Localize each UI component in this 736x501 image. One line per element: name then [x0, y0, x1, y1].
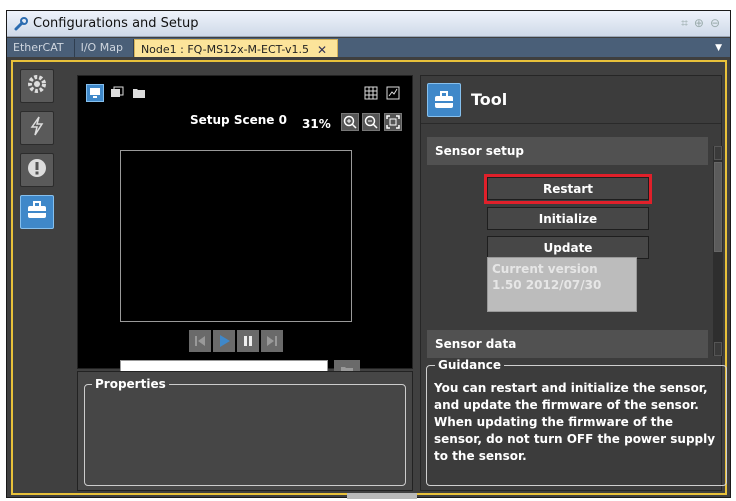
image-viewer: Setup Scene 0 31%: [77, 75, 413, 382]
tab-label: EtherCAT: [13, 41, 64, 54]
scrollbar[interactable]: [713, 146, 723, 356]
section-label: Sensor data: [435, 337, 517, 351]
alert-button[interactable]: [20, 153, 54, 187]
skip-forward-icon[interactable]: [261, 330, 283, 352]
sensor-data-heading[interactable]: Sensor data: [427, 330, 708, 358]
zoom-out-icon[interactable]: [362, 113, 380, 131]
properties-legend: Properties: [92, 377, 169, 391]
skip-back-icon[interactable]: [189, 330, 211, 352]
properties-group: [84, 384, 406, 486]
play-icon[interactable]: [213, 330, 235, 352]
scroll-down-arrow[interactable]: [714, 342, 722, 356]
section-label: Sensor setup: [435, 144, 524, 158]
chart-icon[interactable]: [384, 84, 402, 102]
version-value: 1.50 2012/07/30: [492, 278, 602, 292]
toolbox-icon: [427, 82, 461, 117]
properties-panel: Properties: [77, 371, 413, 491]
tab-node1[interactable]: Node1 : FQ-MS12x-M-ECT-v1.5 ✕: [133, 39, 339, 57]
config-window: Configurations and Setup ⌗ ⊕ ⊖ EtherCAT …: [6, 10, 731, 499]
folder-icon[interactable]: [130, 84, 148, 102]
resize-grip[interactable]: [347, 493, 417, 499]
exclamation-icon: [26, 157, 48, 183]
title-bar: Configurations and Setup ⌗ ⊕ ⊖: [7, 11, 730, 37]
guidance-text: You can restart and initialize the senso…: [434, 381, 716, 463]
zoom-level: 31%: [302, 117, 331, 131]
fit-icon[interactable]: ⌗: [681, 16, 688, 30]
fit-icon[interactable]: [384, 113, 402, 131]
window-title: Configurations and Setup: [33, 16, 199, 31]
version-label: Current version: [492, 262, 598, 276]
guidance-group: Guidance You can restart and initialize …: [426, 358, 727, 486]
toolbox-icon: [26, 200, 48, 224]
tab-io-map[interactable]: I/O Map: [75, 39, 134, 57]
scroll-thumb[interactable]: [714, 162, 722, 252]
update-button[interactable]: Update: [487, 236, 649, 259]
image-canvas[interactable]: [120, 150, 352, 322]
zoom-out-icon[interactable]: ⊖: [710, 16, 720, 30]
main-panel: Setup Scene 0 31% Properties Tool Sensor…: [11, 60, 727, 495]
sensor-setup-heading[interactable]: Sensor setup: [427, 137, 708, 165]
monitor-icon[interactable]: [86, 84, 104, 102]
version-box: Current version 1.50 2012/07/30: [487, 257, 637, 312]
scroll-up-arrow[interactable]: [714, 146, 722, 160]
tab-strip: EtherCAT I/O Map Node1 : FQ-MS12x-M-ECT-…: [7, 38, 730, 57]
pause-icon[interactable]: [237, 330, 259, 352]
tool-title: Tool: [471, 90, 508, 109]
tool-button[interactable]: [20, 195, 54, 229]
grid-icon[interactable]: [362, 84, 380, 102]
wrench-icon: [13, 16, 29, 32]
tab-label: I/O Map: [80, 41, 123, 54]
screens-icon[interactable]: [108, 84, 126, 102]
tab-ethercat[interactable]: EtherCAT: [7, 39, 75, 57]
restart-button[interactable]: Restart: [487, 177, 649, 200]
power-button[interactable]: [20, 111, 54, 145]
left-toolbar: [20, 69, 60, 237]
settings-button[interactable]: [20, 69, 54, 103]
tab-label: Node1 : FQ-MS12x-M-ECT-v1.5: [140, 43, 310, 56]
tool-panel: Tool Sensor setup Restart Initialize Upd…: [420, 75, 727, 491]
guidance-legend: Guidance: [435, 358, 504, 372]
zoom-in-icon[interactable]: [341, 113, 359, 131]
close-icon[interactable]: ✕: [317, 43, 327, 57]
zoom-in-icon[interactable]: ⊕: [694, 16, 704, 30]
scene-label: Setup Scene 0: [190, 113, 287, 127]
chevron-down-icon[interactable]: ▼: [715, 43, 722, 53]
tool-header: Tool: [421, 76, 721, 124]
gear-icon: [26, 73, 48, 99]
initialize-button[interactable]: Initialize: [487, 207, 649, 230]
lightning-icon: [26, 115, 48, 141]
